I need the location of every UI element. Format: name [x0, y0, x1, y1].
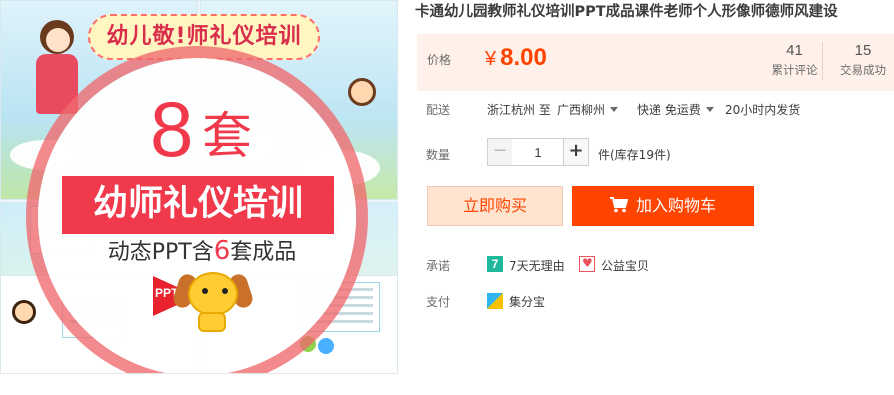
chevron-down-icon — [610, 107, 619, 112]
deals-stat: 15 交易成功 — [835, 42, 891, 80]
shipping-origin: 浙江杭州 至 — [487, 103, 551, 117]
promo-subline-highlight: 6 — [213, 236, 231, 266]
seven-days-icon: 7 — [487, 256, 503, 272]
cartoon-kid — [348, 78, 376, 106]
deals-label: 交易成功 — [840, 63, 886, 77]
promo-subline-after: 套成品 — [230, 240, 297, 265]
promo-subline-before: 动态PPT含 — [107, 240, 214, 265]
promo-count: 8 — [150, 85, 194, 173]
promise-label: 承诺 — [426, 259, 451, 273]
add-to-cart-label: 加入购物车 — [635, 196, 716, 215]
price-value: ¥8.00 — [485, 43, 547, 74]
shipping-method-select[interactable]: 快递 免运费 — [637, 101, 714, 118]
stock-info: 件(库存19件) — [598, 148, 671, 162]
product-image[interactable]: 幼儿敬!师礼仪培训 8 套 幼师礼仪培训 动态PPT含6套成品 PPT — [0, 0, 398, 374]
dog-mascot-icon — [188, 272, 238, 316]
currency-symbol: ¥ — [485, 48, 497, 70]
cartoon-kid — [12, 300, 36, 324]
quantity-input[interactable] — [512, 138, 564, 166]
quantity-increase-button[interactable]: + — [563, 138, 589, 166]
dog-mascot-eye — [222, 288, 228, 294]
quantity-label: 数量 — [426, 148, 451, 162]
promo-subline: 动态PPT含6套成品 — [92, 236, 312, 268]
shopping-cart-icon — [609, 197, 628, 213]
destination-select[interactable]: 广西柳州 — [557, 101, 619, 118]
shipping-label: 配送 — [426, 103, 451, 117]
buy-now-button[interactable]: 立即购买 — [427, 186, 563, 226]
payment-method[interactable]: 集分宝 — [509, 293, 545, 310]
product-title: 卡通幼儿园教师礼仪培训PPT成品课件老师个人形像师德师风建设 — [415, 4, 838, 20]
promise-item-seven-days[interactable]: 7天无理由 — [509, 257, 565, 274]
price-amount: 8.00 — [500, 44, 547, 71]
reviews-label: 累计评论 — [771, 63, 818, 77]
promo-count-unit: 套 — [202, 107, 252, 165]
promo-headline: 幼师礼仪培训 — [62, 176, 334, 234]
deals-count: 15 — [854, 42, 872, 59]
dog-mascot-eye — [202, 288, 208, 294]
reviews-count: 41 — [786, 42, 803, 59]
abc-block — [318, 338, 334, 354]
add-to-cart-button[interactable]: 加入购物车 — [572, 186, 754, 226]
dog-mascot-body — [198, 312, 226, 332]
cartoon-teacher-face — [46, 28, 70, 52]
payment-label: 支付 — [426, 295, 451, 309]
quantity-decrease-button[interactable]: − — [487, 138, 513, 166]
dispatch-time: 20小时内发货 — [725, 103, 801, 117]
price-panel: 价格 ¥8.00 41 累计评论 15 交易成功 — [417, 34, 894, 91]
reviews-stat[interactable]: 41 累计评论 — [767, 42, 823, 80]
jifenbao-icon — [487, 293, 503, 309]
charity-heart-icon — [579, 256, 595, 272]
promise-item-charity[interactable]: 公益宝贝 — [601, 257, 649, 274]
destination-value: 广西柳州 — [557, 103, 606, 117]
shipping-method-value: 快递 免运费 — [637, 103, 701, 117]
price-label: 价格 — [427, 53, 452, 67]
chevron-down-icon — [705, 107, 714, 112]
